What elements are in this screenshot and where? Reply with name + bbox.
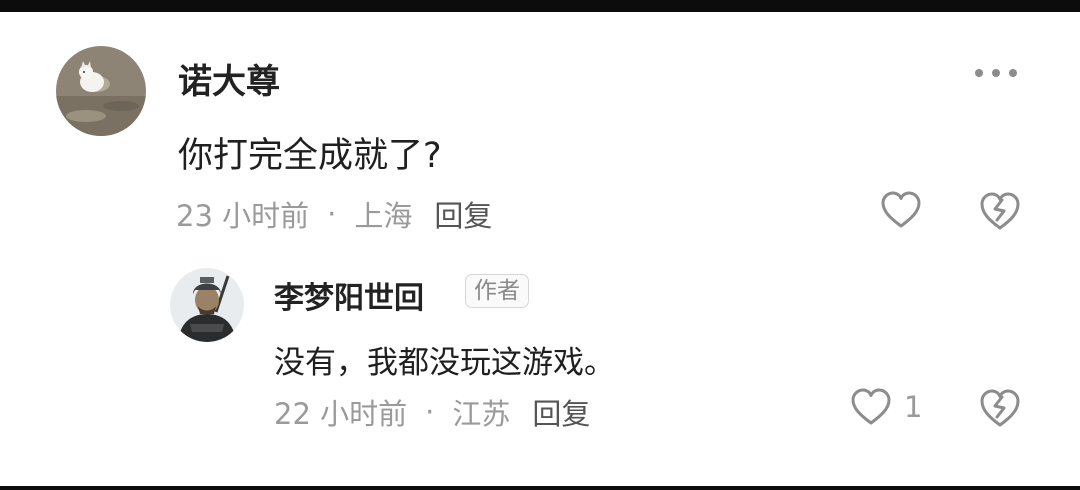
reply-location: 江苏: [452, 397, 511, 431]
reply-text: 没有，我都没玩这游戏。: [274, 345, 615, 381]
broken-heart-icon: [980, 192, 1020, 230]
top-frame-bar: [0, 0, 1080, 12]
more-options-button[interactable]: [973, 66, 1019, 80]
author-avatar[interactable]: [170, 268, 244, 342]
reply-time: 22 小时前: [274, 397, 408, 431]
reply-button[interactable]: 回复: [532, 391, 590, 433]
broken-heart-icon: [980, 389, 1020, 427]
cat-photo-avatar: [56, 46, 146, 136]
bottom-frame-bar: [0, 486, 1080, 490]
user-avatar[interactable]: [56, 46, 146, 136]
dislike-button[interactable]: [978, 388, 1022, 428]
comment-username[interactable]: 诺大尊: [178, 54, 280, 103]
comment-meta: 23 小时前 · 上海 回复: [176, 193, 492, 235]
comment-time: 23 小时前: [176, 199, 310, 233]
more-dots-icon: [975, 69, 1017, 77]
like-button[interactable]: 1: [850, 388, 922, 426]
armored-warrior-avatar: [170, 268, 244, 342]
dislike-button[interactable]: [978, 191, 1022, 231]
heart-outline-icon: [851, 388, 891, 425]
comment-text: 你打完全成就了?: [178, 136, 442, 176]
comment-location: 上海: [354, 199, 413, 233]
like-button[interactable]: [880, 191, 922, 229]
reply-button[interactable]: 回复: [434, 193, 492, 235]
reply-username[interactable]: 李梦阳世回: [274, 273, 424, 317]
meta-separator: ·: [425, 395, 435, 429]
reply-meta: 22 小时前 · 江苏 回复: [274, 391, 590, 433]
meta-separator: ·: [327, 197, 337, 231]
author-badge: 作者: [465, 274, 529, 308]
like-count: 1: [904, 390, 923, 424]
heart-outline-icon: [881, 191, 921, 228]
